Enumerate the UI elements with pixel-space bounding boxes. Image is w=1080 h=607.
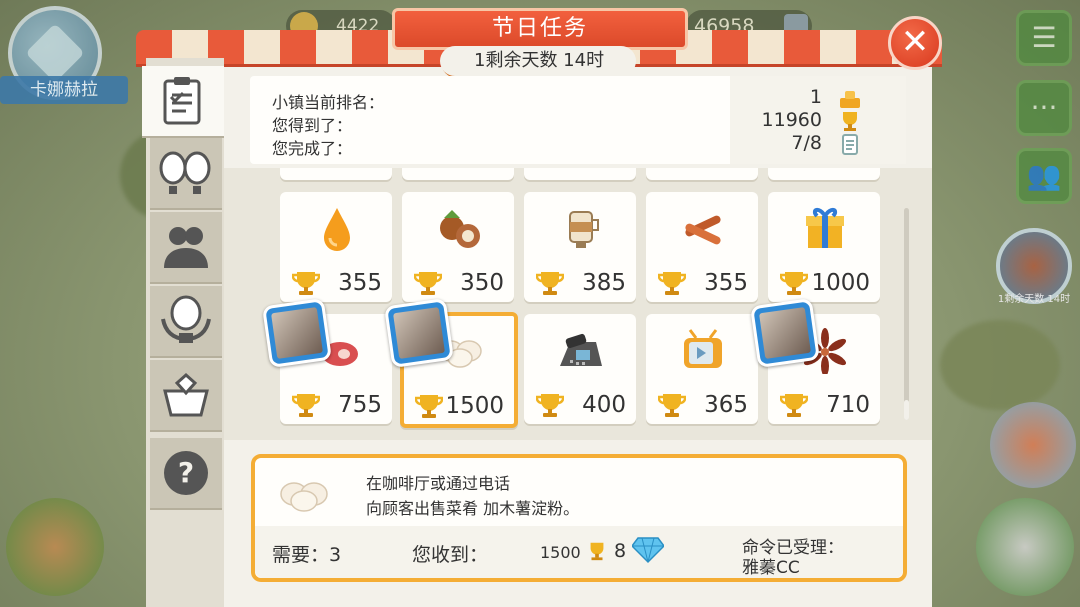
received-label: 您收到：	[412, 544, 489, 566]
helper-avatar-badge[interactable]	[383, 297, 455, 369]
completed-label: 您完成了：	[272, 139, 353, 158]
svg-text:?: ?	[178, 456, 194, 489]
tv-icon	[684, 329, 722, 368]
event-timer-caption: 1剩余天数 14时	[997, 294, 1071, 305]
helper-photo	[271, 307, 323, 359]
item-points: 385	[582, 270, 626, 296]
tab-tasks[interactable]	[142, 66, 224, 138]
trophy-icon	[292, 272, 320, 295]
helper-photo	[393, 307, 445, 359]
scrollbar-thumb[interactable]	[904, 400, 909, 420]
close-button[interactable]: ✕	[888, 16, 942, 70]
item-points: 755	[338, 392, 382, 418]
required-amount: 需要：3	[272, 544, 342, 566]
hidden-row-card	[280, 168, 392, 180]
menu-list-button[interactable]: ☰	[1016, 10, 1072, 66]
trophy-icon	[292, 394, 320, 417]
task-item-latte[interactable]: 385	[524, 192, 636, 302]
earned-label: 您得到了：	[272, 116, 353, 135]
hidden-row-card	[646, 168, 758, 180]
latte-icon	[569, 211, 599, 248]
trophy-icon	[590, 542, 604, 561]
rank-label: 小镇当前排名：	[272, 93, 385, 112]
trophy-icon	[780, 394, 808, 417]
chat-button[interactable]: ···	[1016, 80, 1072, 136]
background-tree	[940, 320, 1060, 410]
scrollbar-track[interactable]	[904, 208, 909, 420]
diamond-icon	[25, 23, 85, 83]
trophy-icon	[415, 395, 443, 418]
trophy-icon	[414, 272, 442, 295]
trophy-icon	[536, 272, 564, 295]
oil-drop-icon	[324, 208, 350, 251]
balloon-laurel-icon	[161, 295, 211, 343]
item-points: 1000	[811, 270, 870, 296]
item-points: 350	[460, 270, 504, 296]
task-description-line-2: 向顾客出售菜肴 加木薯淀粉。	[366, 499, 580, 518]
item-points: 1500	[445, 393, 504, 419]
close-icon: ✕	[900, 22, 930, 62]
remaining-time: 1剩余天数 14时	[440, 46, 636, 76]
gift-box-icon	[806, 208, 844, 248]
balloon-event-button[interactable]	[990, 402, 1076, 488]
eggs-icon	[280, 482, 328, 512]
tab-help[interactable]: ?	[150, 438, 222, 510]
diamond-icon	[632, 537, 664, 564]
completed-value: 7/8	[791, 132, 822, 154]
task-description-line-1: 在咖啡厅或通过电话	[366, 474, 511, 493]
reward-points: 1500	[540, 543, 581, 562]
cash-register-button[interactable]	[976, 498, 1074, 596]
item-points: 365	[704, 392, 748, 418]
task-item-phone[interactable]: 400	[524, 314, 636, 424]
item-points: 355	[338, 270, 382, 296]
hazelnut-icon	[440, 210, 480, 248]
tab-rewards[interactable]	[150, 360, 222, 432]
task-item-oil-drop[interactable]: 355	[280, 192, 392, 302]
gem-basket-icon	[163, 372, 209, 417]
cinnamon-icon	[685, 215, 721, 245]
shop-button[interactable]	[6, 498, 104, 596]
trophy-icon	[658, 394, 686, 417]
trophy-icon	[658, 272, 686, 295]
tab-balloons[interactable]	[150, 138, 222, 210]
hidden-row-card	[402, 168, 514, 180]
accepted-by: 雅蓁CC	[742, 558, 800, 578]
rank-value: 1	[809, 86, 822, 108]
item-points: 400	[582, 392, 626, 418]
hidden-row-card	[524, 168, 636, 180]
earned-value: 11960	[761, 109, 822, 131]
helper-avatar-badge[interactable]	[749, 297, 821, 369]
friends-button[interactable]: 👥	[1016, 148, 1072, 204]
item-points: 355	[704, 270, 748, 296]
panel-title: 节日任务	[392, 8, 688, 50]
checklist-icon	[842, 134, 858, 155]
task-item-television[interactable]: 365	[646, 314, 758, 424]
phone-icon	[560, 333, 602, 366]
item-points: 710	[826, 392, 870, 418]
reward-gems: 8	[614, 540, 627, 562]
trophy-icon	[536, 394, 564, 417]
balloons-icon	[159, 151, 211, 194]
trophy-icon	[843, 112, 857, 131]
hidden-row-card	[768, 168, 880, 180]
task-item-gift-box[interactable]: 1000	[768, 192, 880, 302]
people-icon	[164, 227, 208, 268]
player-name: 卡娜赫拉	[0, 76, 128, 104]
trophy-icon	[780, 272, 808, 295]
helper-avatar-badge[interactable]	[261, 297, 333, 369]
tab-ranking[interactable]	[150, 286, 222, 358]
clipboard-icon	[163, 77, 201, 125]
task-item-cinnamon[interactable]: 355	[646, 192, 758, 302]
question-icon: ?	[164, 451, 208, 495]
tab-players[interactable]	[150, 212, 222, 284]
podium-icon	[840, 91, 860, 108]
task-item-hazelnut[interactable]: 350	[402, 192, 514, 302]
helper-photo	[759, 307, 811, 359]
